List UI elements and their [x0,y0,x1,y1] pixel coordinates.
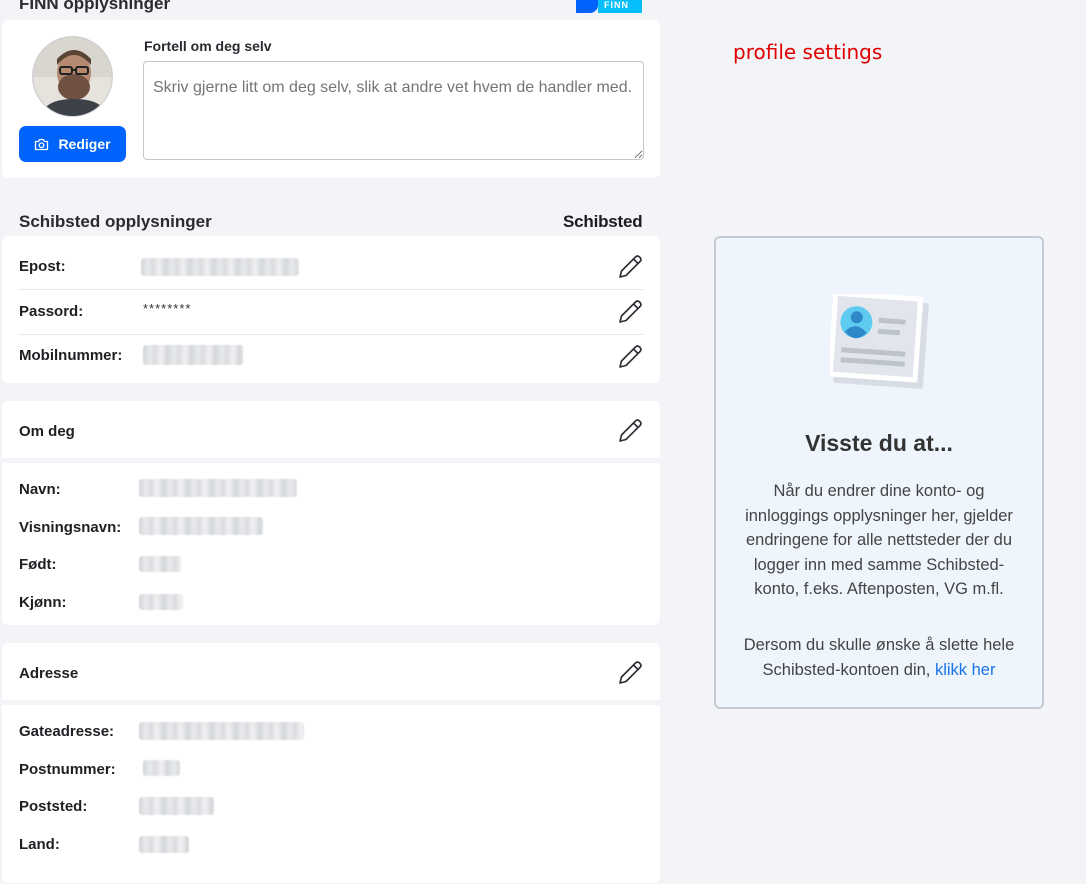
edit-phone-button[interactable] [615,342,645,372]
adresse-card: Adresse Gateadresse: Postnummer: Postste… [2,643,660,883]
postcode-value [143,760,180,776]
adresse-title: Adresse [19,665,79,682]
schibsted-section-title: Schibsted opplysninger [19,212,212,231]
edit-om-deg-button[interactable] [615,416,645,446]
info-box: Visste du at... Når du endrer dine konto… [714,236,1044,709]
info-box-delete-text: Dersom du skulle ønske å slette hele Sch… [738,633,1020,682]
edit-adresse-button[interactable] [615,658,645,688]
section-gap [2,458,660,463]
om-deg-title: Om deg [19,423,75,440]
info-box-paragraph: Når du endrer dine konto- og innloggings… [745,482,1013,598]
gender-value [139,594,183,610]
pencil-icon [619,255,642,278]
about-textarea[interactable] [143,61,644,160]
city-label: Poststed: [19,798,88,815]
row-divider [19,334,644,335]
finn-profile-card: Rediger Fortell om deg selv [2,20,660,178]
section-gap [2,700,660,705]
password-label: Passord: [19,303,84,320]
name-value [139,479,297,497]
email-label: Epost: [19,258,66,275]
name-label: Navn: [19,481,61,498]
profile-card-icon [827,290,932,392]
postcode-label: Postnummer: [19,761,116,778]
finn-logo-text: FINN [604,0,629,10]
display-name-label: Visningsnavn: [19,519,122,536]
display-name-value [139,517,263,535]
edit-photo-label: Rediger [58,136,111,152]
finn-section-title: FINN opplysninger [19,0,171,13]
password-value: ******** [143,301,192,316]
country-label: Land: [19,836,60,853]
schibsted-brand-logo: Schibsted [563,212,643,231]
about-label: Fortell om deg selv [144,38,272,54]
email-value [141,258,299,276]
pencil-icon [619,419,642,442]
avatar[interactable] [32,36,113,117]
country-value [139,836,189,853]
street-label: Gateadresse: [19,723,115,740]
edit-photo-button[interactable]: Rediger [19,126,126,162]
om-deg-card: Om deg Navn: Visningsnavn: Født: Kjønn: [2,401,660,625]
info-box-title: Visste du at... [805,430,953,456]
pencil-icon [619,345,642,368]
gender-label: Kjønn: [19,594,67,611]
edit-password-button[interactable] [615,297,645,327]
delete-account-link[interactable]: klikk her [935,661,996,679]
edit-email-button[interactable] [615,252,645,282]
camera-icon [35,138,49,150]
schibsted-card: Epost: Passord: ******** Mobilnummer: [2,236,660,383]
phone-label: Mobilnummer: [19,347,123,364]
avatar-photo [33,37,112,116]
city-value [139,797,214,815]
row-divider [19,289,644,290]
pencil-icon [619,300,642,323]
profile-settings-annotation: profile settings [733,40,883,64]
phone-value [143,345,243,365]
pencil-icon [619,661,642,684]
finn-logo: FINN [576,0,642,13]
birth-label: Født: [19,556,57,573]
street-value [139,722,304,740]
birth-value [139,556,181,572]
